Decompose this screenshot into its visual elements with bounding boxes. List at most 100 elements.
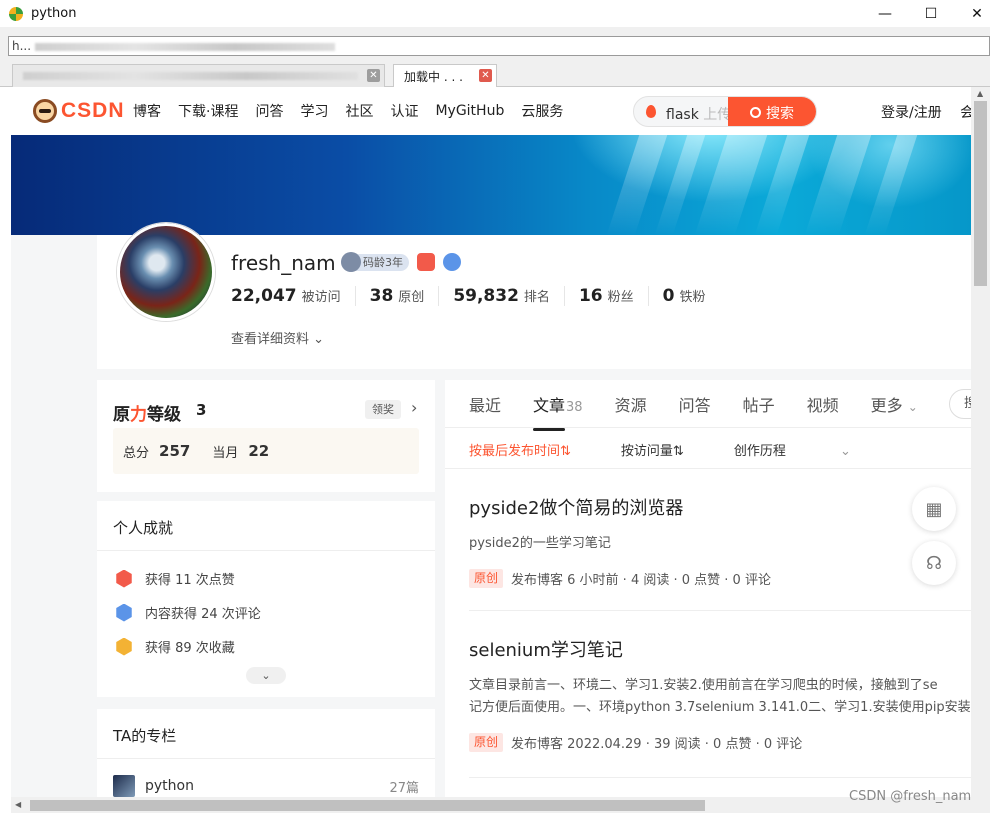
award-button[interactable]: 领奖 xyxy=(365,400,401,419)
content-tabs: 最近 文章38 资源 问答 帖子 视频 更多 ⌄ 搜 xyxy=(445,380,971,431)
stat-label: 被访问 xyxy=(301,290,341,305)
browser-tab-1[interactable]: ✕ xyxy=(12,64,385,87)
nav-link-cloud[interactable]: 云服务 xyxy=(521,101,563,121)
stat-value: 38 xyxy=(369,286,394,306)
article-desc: pyside2的一些学习笔记 xyxy=(469,536,611,551)
app-globe-icon xyxy=(9,6,23,21)
original-tag: 原创 xyxy=(469,733,504,752)
search-button-label: 搜索 xyxy=(766,105,794,122)
tab-qa[interactable]: 问答 xyxy=(679,392,711,416)
tab-videos[interactable]: 视频 xyxy=(807,392,839,416)
scroll-left-icon[interactable]: ◀ xyxy=(15,800,21,809)
article-meta-text: 发布博客 2022.04.29 · 39 阅读 · 0 点赞 · 0 评论 xyxy=(511,737,803,752)
tab-close-icon[interactable]: ✕ xyxy=(367,69,380,82)
article-meta: 原创 发布博客 2022.04.29 · 39 阅读 · 0 点赞 · 0 评论 xyxy=(469,733,971,752)
search-input[interactable]: flask 上传 xyxy=(666,104,731,124)
horizontal-scrollbar[interactable]: ◀ xyxy=(11,797,990,813)
tab-title-redacted xyxy=(23,72,358,80)
article-item[interactable]: selenium学习笔记 文章目录前言一、环境二、学习1.安装2.使用前言在学习… xyxy=(469,636,971,752)
tab-recent[interactable]: 最近 xyxy=(469,392,501,416)
stat-fans: 16 粉丝 xyxy=(579,286,649,306)
nav-link-mygithub[interactable]: MyGitHub xyxy=(435,103,504,119)
nav-links: 博客 下载·课程 问答 学习 社区 认证 MyGitHub 云服务 xyxy=(133,87,580,135)
address-redacted xyxy=(35,42,336,51)
vertical-scrollbar[interactable]: ▲ xyxy=(971,87,990,798)
code-age-badge[interactable]: 码龄3年 xyxy=(341,251,409,272)
csdn-logo[interactable]: CSDN xyxy=(33,99,125,123)
chevron-down-icon: ⌄ xyxy=(839,444,851,459)
vertical-scroll-thumb[interactable] xyxy=(974,101,987,286)
nav-link-qa[interactable]: 问答 xyxy=(255,101,283,121)
browser-tab-2[interactable]: 加载中 . . . ✕ xyxy=(393,64,497,88)
tab-resources[interactable]: 资源 xyxy=(615,392,647,416)
view-details-link[interactable]: 查看详细资料 ⌄ xyxy=(231,328,324,347)
customer-service-icon[interactable]: ☊ xyxy=(912,541,956,585)
address-text: h... xyxy=(12,39,32,53)
content-search-button[interactable]: 搜 xyxy=(949,389,971,419)
search-button[interactable]: 搜索 xyxy=(728,97,816,126)
browser-tab-strip: ✕ 加载中 . . . ✕ xyxy=(0,61,990,88)
stat-iron-fans: 0 铁粉 xyxy=(663,286,720,306)
column-name: python xyxy=(145,778,194,794)
qrcode-icon[interactable]: ▦ xyxy=(912,487,956,531)
maximize-button[interactable]: ☐ xyxy=(908,0,954,27)
nav-link-community[interactable]: 社区 xyxy=(345,101,373,121)
nav-link-learn[interactable]: 学习 xyxy=(300,101,328,121)
columns-card: TA的专栏 python 27篇 xyxy=(97,709,435,797)
stat-label: 粉丝 xyxy=(607,290,634,305)
achievements-card: 个人成就 获得 11 次点赞 内容获得 24 次评论 获得 89 次收藏 ⌄ xyxy=(97,501,435,697)
member-link[interactable]: 会 xyxy=(960,105,971,121)
column-item[interactable]: python 27篇 xyxy=(113,775,419,797)
close-button[interactable]: ✕ xyxy=(954,0,990,27)
chevron-right-icon[interactable]: › xyxy=(411,398,417,417)
level-title: 原力等级 xyxy=(113,405,181,425)
level-number: 3 xyxy=(196,401,207,419)
article-title[interactable]: pyside2做个简易的浏览器 xyxy=(469,494,971,520)
tab-posts[interactable]: 帖子 xyxy=(743,392,775,416)
chevron-down-icon: ⌄ xyxy=(907,399,918,414)
tab-articles[interactable]: 文章38 xyxy=(533,392,583,431)
column-count: 27篇 xyxy=(389,780,419,796)
stat-label: 排名 xyxy=(523,290,550,305)
brand-text: CSDN xyxy=(61,99,125,122)
profile-badges: 码龄3年 xyxy=(341,251,461,272)
original-tag: 原创 xyxy=(469,569,504,588)
nav-link-cert[interactable]: 认证 xyxy=(390,101,418,121)
article-title[interactable]: selenium学习笔记 xyxy=(469,636,971,662)
content-panel: 最近 文章38 资源 问答 帖子 视频 更多 ⌄ 搜 按最后发布时间⇅ 按访问量… xyxy=(445,380,971,797)
nav-link-download[interactable]: 下载·课程 xyxy=(178,101,238,121)
tab-more[interactable]: 更多 ⌄ xyxy=(871,392,918,416)
avatar[interactable] xyxy=(117,223,215,321)
stat-value: 22,047 xyxy=(231,286,297,306)
nav-link-blog[interactable]: 博客 xyxy=(133,101,161,121)
chevron-down-icon: ⌄ xyxy=(313,332,325,347)
blog-expert-icon[interactable] xyxy=(417,253,435,271)
scroll-up-icon[interactable]: ▲ xyxy=(977,89,983,98)
watermark: CSDN @fresh_nam xyxy=(849,789,972,804)
level-card: 原力等级 3 领奖 › 总分 257 当月 22 xyxy=(97,380,435,492)
hot-flame-icon xyxy=(646,105,656,118)
article-count: 38 xyxy=(566,399,583,415)
address-bar-row: h... xyxy=(0,27,990,61)
web-page: CSDN 博客 下载·课程 问答 学习 社区 认证 MyGitHub 云服务 f… xyxy=(11,87,971,797)
tab-close-icon[interactable]: ✕ xyxy=(479,69,492,82)
achievement-item: 获得 89 次收藏 xyxy=(115,637,235,656)
stat-rank: 59,832 排名 xyxy=(453,286,565,306)
address-input[interactable]: h... xyxy=(8,36,990,56)
sort-by-time[interactable]: 按最后发布时间⇅ xyxy=(469,440,571,459)
article-meta: 原创 发布博客 6 小时前 · 4 阅读 · 0 点赞 · 0 评论 xyxy=(469,569,971,588)
article-desc: 文章目录前言一、环境二、学习1.安装2.使用前言在学习爬虫的时候，接触到了se … xyxy=(469,675,971,719)
stat-label: 铁粉 xyxy=(679,290,706,305)
minimize-button[interactable]: — xyxy=(862,0,908,27)
expand-achievements-button[interactable]: ⌄ xyxy=(246,667,286,684)
sort-by-views[interactable]: 按访问量⇅ xyxy=(621,440,684,459)
horizontal-scroll-thumb[interactable] xyxy=(30,800,705,811)
window-title: python xyxy=(31,6,77,21)
profile-header: fresh_nam 码龄3年 22,047 被访问 38 原创 59,832 排名 1… xyxy=(97,223,971,369)
login-link[interactable]: 登录/注册 xyxy=(881,105,942,121)
article-item[interactable]: pyside2做个简易的浏览器 pyside2的一些学习笔记 原创 发布博客 6… xyxy=(469,494,971,588)
article-desc-line: 文章目录前言一、环境二、学习1.安装2.使用前言在学习爬虫的时候，接触到了se xyxy=(469,678,938,693)
stat-value: 0 xyxy=(662,286,675,306)
columns-title: TA的专栏 xyxy=(113,727,177,745)
creation-history[interactable]: 创作历程 ⌄ xyxy=(734,440,901,459)
